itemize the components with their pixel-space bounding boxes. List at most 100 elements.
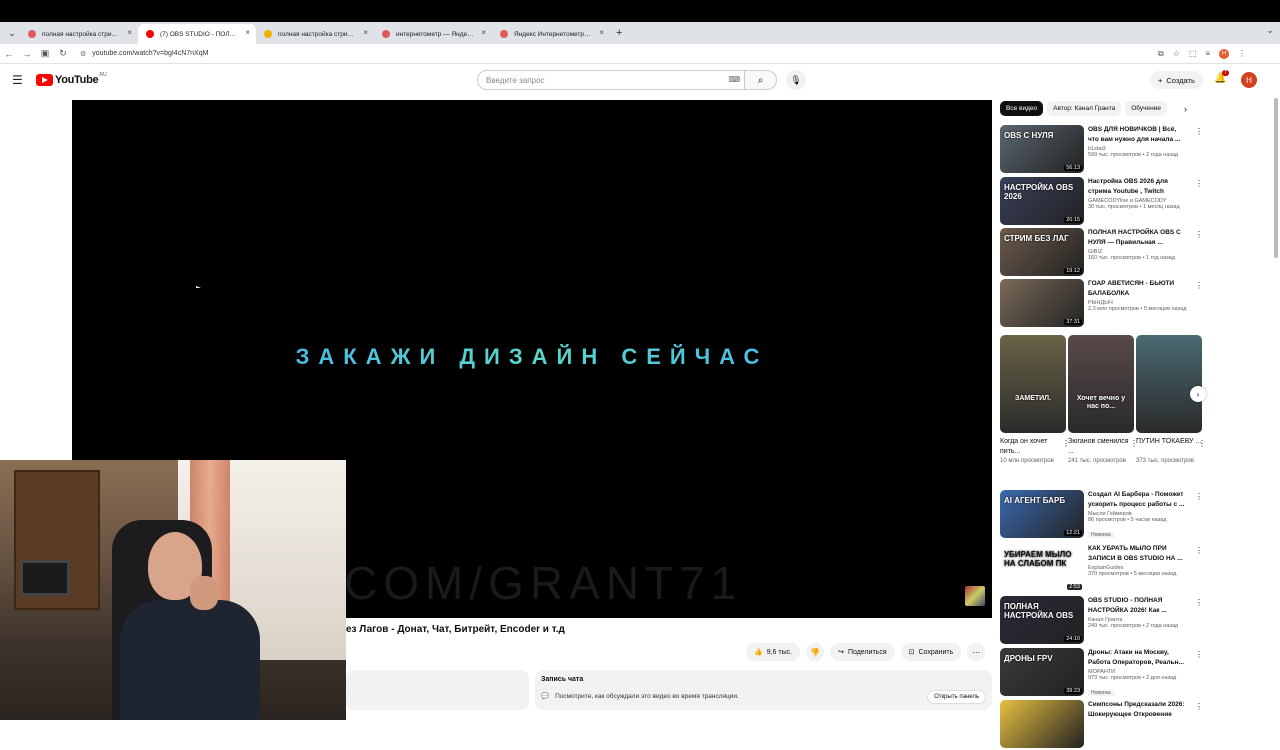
video-thumbnail[interactable]: ДРОНЫ FPV 39:23: [1000, 648, 1084, 696]
search-button[interactable]: ⌕: [745, 70, 777, 90]
more-options-icon[interactable]: ⋮: [1195, 702, 1203, 711]
install-icon[interactable]: ⧉: [1158, 49, 1164, 59]
save-button[interactable]: ⊡ Сохранить: [900, 643, 962, 661]
chat-replay-description: Посмотрите, как обсуждали это видео во в…: [555, 692, 739, 700]
video-thumbnail[interactable]: OBS С НУЛЯ 56:13: [1000, 125, 1084, 173]
recommendation-item[interactable]: ПОЛНАЯ НАСТРОЙКА OBS 24:10 OBS STUDIO - …: [1000, 596, 1203, 646]
menu-icon[interactable]: ⋮: [1238, 49, 1246, 58]
video-thumbnail[interactable]: ПОЛНАЯ НАСТРОЙКА OBS 24:10: [1000, 596, 1084, 644]
recommendation-item[interactable]: УБИРАЕМ МЫЛО НА СЛАБОМ ПК 2:53 КАК УБРАТ…: [1000, 544, 1203, 594]
close-tab-icon[interactable]: ×: [599, 28, 604, 37]
more-options-icon[interactable]: ⋮: [1195, 230, 1203, 239]
open-chat-panel-button[interactable]: Открыть панель: [927, 690, 986, 704]
close-tab-icon[interactable]: ×: [245, 28, 250, 37]
video-thumbnail[interactable]: 37:31: [1000, 279, 1084, 327]
reload-button[interactable]: ↻: [54, 48, 72, 59]
media-icon[interactable]: ≡: [1205, 49, 1210, 58]
short-views: 373 тыс. просмотров: [1136, 458, 1194, 464]
hamburger-menu-icon[interactable]: ☰: [12, 73, 23, 87]
more-options-icon[interactable]: ⋮: [1195, 281, 1203, 290]
site-info-icon[interactable]: ⚙: [80, 50, 86, 58]
recommendation-item[interactable]: AI АГЕНТ БАРБ 12:21 Создал AI Барбера - …: [1000, 490, 1203, 540]
split-view-icon[interactable]: ▣: [36, 48, 54, 59]
like-button[interactable]: 👍 9,6 тыс.: [746, 643, 801, 661]
chevron-down-icon[interactable]: ⌄: [1266, 25, 1274, 36]
chevron-right-icon[interactable]: ›: [1184, 104, 1187, 114]
mouse-cursor-icon: [196, 286, 201, 288]
like-count: 9,6 тыс.: [766, 648, 793, 656]
webcam-person: [120, 520, 260, 720]
extensions-icon[interactable]: ⬚: [1189, 49, 1197, 58]
back-button[interactable]: ←: [0, 49, 18, 59]
recommendation-item[interactable]: OBS С НУЛЯ 56:13 OBS ДЛЯ НОВИЧКОВ | Всё,…: [1000, 125, 1203, 175]
more-options-icon[interactable]: ⋮: [1195, 492, 1203, 501]
close-tab-icon[interactable]: ×: [481, 28, 486, 37]
shorts-next-button[interactable]: ›: [1190, 386, 1206, 402]
more-options-icon[interactable]: ⋮: [1195, 127, 1203, 136]
watermark-text: COM/GRANT71: [344, 557, 743, 609]
browser-tab[interactable]: интернетометр — Яндекс нал ×: [374, 24, 492, 44]
duration-badge: 19:12: [1064, 268, 1082, 274]
more-options-icon[interactable]: ⋮: [1195, 650, 1203, 659]
more-actions-button[interactable]: ⋯: [967, 643, 986, 661]
filter-chip[interactable]: Обучение: [1125, 100, 1167, 116]
filter-chip[interactable]: Автор: Канал Гранта: [1047, 100, 1122, 116]
voice-search-button[interactable]: 🎙: [786, 70, 806, 90]
short-thumbnail[interactable]: ЗАМЕТИЛ.: [1000, 335, 1066, 433]
close-tab-icon[interactable]: ×: [127, 28, 132, 37]
search-input[interactable]: Введите запрос ⌨: [477, 70, 745, 90]
more-options-icon[interactable]: ⋮: [1195, 598, 1203, 607]
video-thumbnail[interactable]: [1000, 700, 1084, 748]
browser-tab[interactable]: Яндекс Интернетометр — про ×: [492, 24, 610, 44]
filter-chip[interactable]: Все видео: [1000, 100, 1044, 116]
logo-region: RU: [99, 72, 107, 78]
recommendation-item[interactable]: 37:31 ГОАР АВЕТИСЯН - БЬЮТИ БАЛАБОЛКА РЫ…: [1000, 279, 1203, 329]
filter-chips: Все видео Автор: Канал Гранта Обучение: [1000, 100, 1167, 116]
short-thumbnail[interactable]: Хочет вечно у нас по...: [1068, 335, 1134, 433]
dislike-button[interactable]: 👎: [806, 643, 825, 661]
short-views: 241 тыс. просмотров: [1068, 458, 1126, 464]
page-scrollbar[interactable]: [1274, 98, 1278, 258]
description-box[interactable]: [346, 670, 529, 710]
short-views: 10 млн просмотров: [1000, 458, 1054, 464]
thumbnail-text: НАСТРОЙКА OBS 2026: [1004, 183, 1074, 201]
video-thumbnail[interactable]: СТРИМ БЕЗ ЛАГ 19:12: [1000, 228, 1084, 276]
recommendation-item[interactable]: СТРИМ БЕЗ ЛАГ 19:12 ПОЛНАЯ НАСТРОЙКА OBS…: [1000, 228, 1203, 278]
more-options-icon[interactable]: ⋮: [1195, 179, 1203, 188]
recommendation-item[interactable]: НАСТРОЙКА OBS 2026 20:15 Настройка OBS 2…: [1000, 177, 1203, 227]
forward-button[interactable]: →: [18, 49, 36, 59]
chat-icon: 💬: [541, 693, 550, 700]
share-button[interactable]: ↪ Поделиться: [830, 643, 895, 661]
more-options-icon[interactable]: ⋮: [1195, 546, 1203, 555]
video-thumbnail[interactable]: НАСТРОЙКА OBS 2026 20:15: [1000, 177, 1084, 225]
browser-tab[interactable]: полная настройка стрима от а ×: [256, 24, 374, 44]
short-item[interactable]: ЗАМЕТИЛ. Когда он хочет пить... 10 млн п…: [1000, 335, 1070, 466]
address-bar[interactable]: ⚙ youtube.com/watch?v=bgI4cN7nXqM: [76, 46, 1146, 62]
thumbs-up-icon: 👍: [754, 649, 763, 656]
short-item[interactable]: Хочет вечно у нас по... Зюганов сменился…: [1068, 335, 1138, 466]
channel-watermark-thumbnail[interactable]: [965, 586, 985, 606]
short-thumbnail[interactable]: [1136, 335, 1202, 433]
youtube-logo[interactable]: YouTube RU: [36, 72, 107, 86]
duration-badge: 39:23: [1064, 688, 1082, 694]
browser-tab[interactable]: (7) OBS STUDIO - ПОЛНАЯ НА ×: [138, 24, 256, 44]
more-options-icon[interactable]: ⋮: [1198, 439, 1206, 448]
video-thumbnail[interactable]: AI АГЕНТ БАРБ 12:21: [1000, 490, 1084, 538]
tab-search-button[interactable]: ⌄: [4, 25, 20, 41]
tab-title: Яндекс Интернетометр — про: [514, 30, 592, 38]
browser-tab[interactable]: полная настройка стрима от а ×: [20, 24, 138, 44]
account-avatar[interactable]: Н: [1241, 72, 1257, 88]
keyboard-icon[interactable]: ⌨: [728, 75, 740, 84]
bookmark-star-icon[interactable]: ☆: [1173, 49, 1180, 58]
profile-avatar[interactable]: H: [1219, 48, 1230, 59]
recommendation-item[interactable]: ДРОНЫ FPV 39:23 Дроны: Атаки на Москву, …: [1000, 648, 1203, 698]
video-thumbnail[interactable]: УБИРАЕМ МЫЛО НА СЛАБОМ ПК 2:53: [1000, 544, 1084, 592]
browser-tab-strip: ⌄ полная настройка стрима от а×(7) OBS S…: [0, 22, 1280, 44]
close-tab-icon[interactable]: ×: [363, 28, 368, 37]
create-button[interactable]: + Создать: [1150, 71, 1203, 89]
views-and-date: 249 тыс. просмотров • 2 года назад: [1088, 623, 1179, 629]
recommendation-title: OBS STUDIO - ПОЛНАЯ НАСТРОЙКА 2026! Как …: [1088, 597, 1167, 614]
new-tab-button[interactable]: +: [616, 27, 622, 39]
recommendation-item[interactable]: Симпсоны Предсказали 2026: Шокирующее От…: [1000, 700, 1203, 750]
short-item[interactable]: ПУТИН ТОКАЕВУ ... 373 тыс. просмотров ⋮: [1136, 335, 1206, 466]
